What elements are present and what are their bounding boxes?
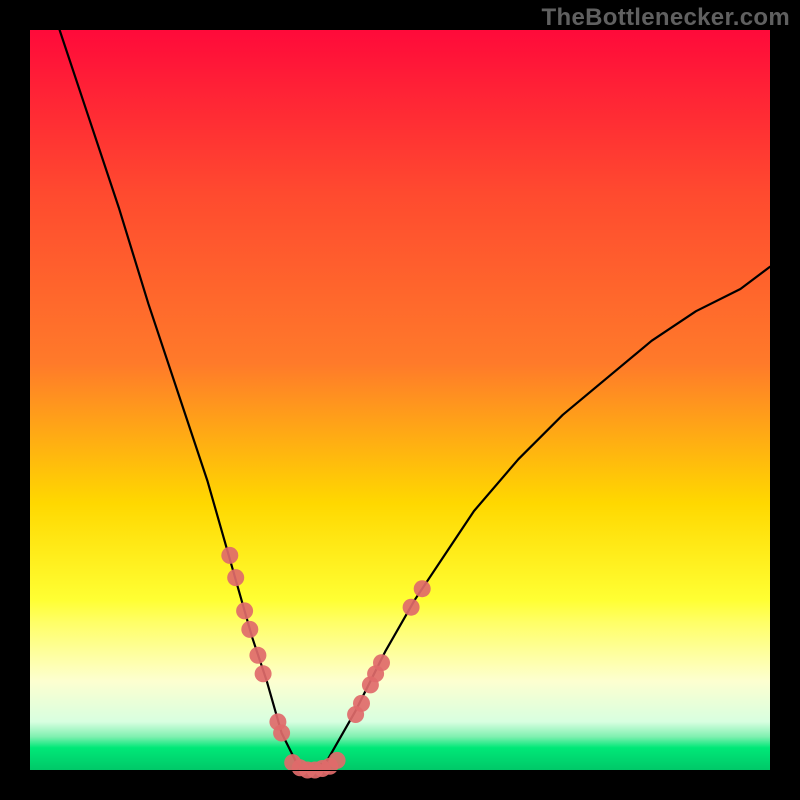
bottleneck-chart <box>0 0 800 800</box>
data-marker <box>236 602 253 619</box>
data-marker <box>273 725 290 742</box>
data-marker <box>329 752 346 769</box>
data-marker <box>373 654 390 671</box>
data-marker <box>241 621 258 638</box>
data-marker <box>221 547 238 564</box>
chart-stage: TheBottlenecker.com <box>0 0 800 800</box>
data-marker <box>249 647 266 664</box>
data-marker <box>255 665 272 682</box>
data-marker <box>227 569 244 586</box>
data-marker <box>353 695 370 712</box>
data-marker <box>403 599 420 616</box>
watermark-label: TheBottlenecker.com <box>542 4 790 32</box>
data-marker <box>414 580 431 597</box>
plot-background <box>30 30 770 770</box>
